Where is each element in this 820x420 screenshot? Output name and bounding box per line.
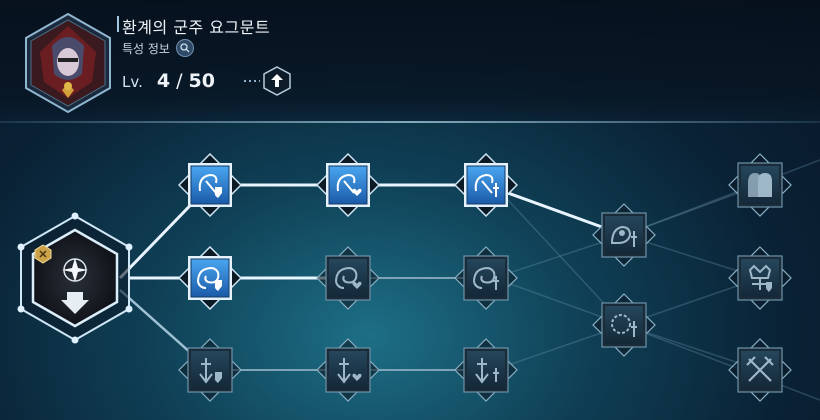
hooded-figures-icon [748,173,772,197]
skill-node-r2c3[interactable] [454,246,518,310]
skill-node-r3c2[interactable] [316,338,380,402]
skill-node-r1c1[interactable] [178,153,242,217]
skill-node-end-top[interactable] [728,153,792,217]
skill-node-end-mid[interactable] [728,246,792,310]
skill-node-r3c1[interactable] [178,338,242,402]
skill-node-end-bottom[interactable] [728,338,792,402]
skill-node-r3c3[interactable] [454,338,518,402]
skill-node-r2c2[interactable] [316,246,380,310]
skill-node-mid-upper[interactable] [592,203,656,267]
skill-node-r1c3[interactable] [454,153,518,217]
skill-node-r1c2[interactable] [316,153,380,217]
root-node[interactable] [17,212,133,344]
skill-node-r2c1[interactable] [178,246,242,310]
skill-tree [17,153,820,402]
skill-node-mid-lower[interactable] [592,293,656,357]
